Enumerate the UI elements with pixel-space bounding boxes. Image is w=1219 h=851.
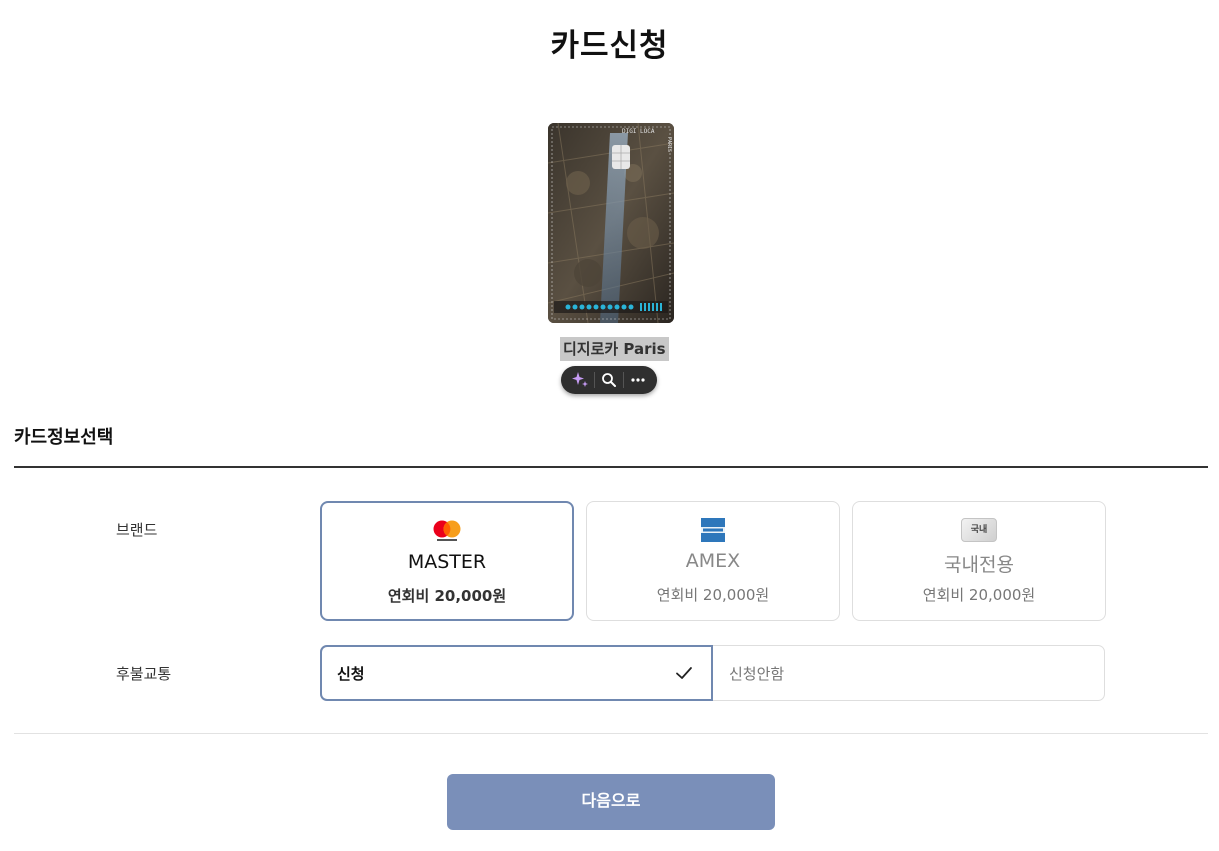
transit-segmented-control: 신청 신청안함 [320,645,1105,701]
brand-fee: 연회비 20,000원 [656,586,770,604]
toolbar-divider [594,372,595,388]
brand-option-domestic[interactable]: 국내 국내전용 연회비 20,000원 [852,501,1106,621]
next-button[interactable]: 다음으로 [447,774,775,830]
transit-label: 후불교통 [116,665,172,683]
amex-logo [693,517,733,543]
section-title: 카드정보선택 [14,427,114,448]
brand-fee: 연회비 20,000원 [387,587,507,605]
card-name: 디지로카 Paris [560,337,669,361]
card-image[interactable]: DIGI LOCA PARIS [548,123,674,323]
brand-name: AMEX [685,550,741,572]
more-icon[interactable] [626,369,650,391]
card-artwork: DIGI LOCA PARIS [548,123,674,323]
mastercard-logo [427,518,467,544]
brand-option-master[interactable]: MASTER 연회비 20,000원 [320,501,574,621]
brand-fee: 연회비 20,000원 [922,586,1036,604]
domestic-logo: 국내 [959,517,999,543]
sparkle-icon[interactable] [568,369,592,391]
transit-option-label: 신청 [337,664,365,683]
image-toolbar [561,366,657,394]
section-divider [14,466,1208,468]
brand-label: 브랜드 [116,521,158,539]
card-city-text: PARIS [666,137,672,152]
bottom-divider [14,733,1208,734]
search-icon[interactable] [597,369,621,391]
brand-name: MASTER [407,551,487,573]
transit-option-label: 신청안함 [729,664,785,683]
brand-option-amex[interactable]: AMEX 연회비 20,000원 [586,501,840,621]
transit-option-apply[interactable]: 신청 [320,645,713,701]
domestic-logo-text: 국내 [961,518,997,542]
brand-name: 국내전용 [944,554,1014,576]
page-title: 카드신청 [550,28,669,64]
toolbar-divider [623,372,624,388]
card-brand-text: DIGI LOCA [622,128,655,135]
check-icon [676,667,692,679]
transit-option-decline[interactable]: 신청안함 [713,646,1105,700]
